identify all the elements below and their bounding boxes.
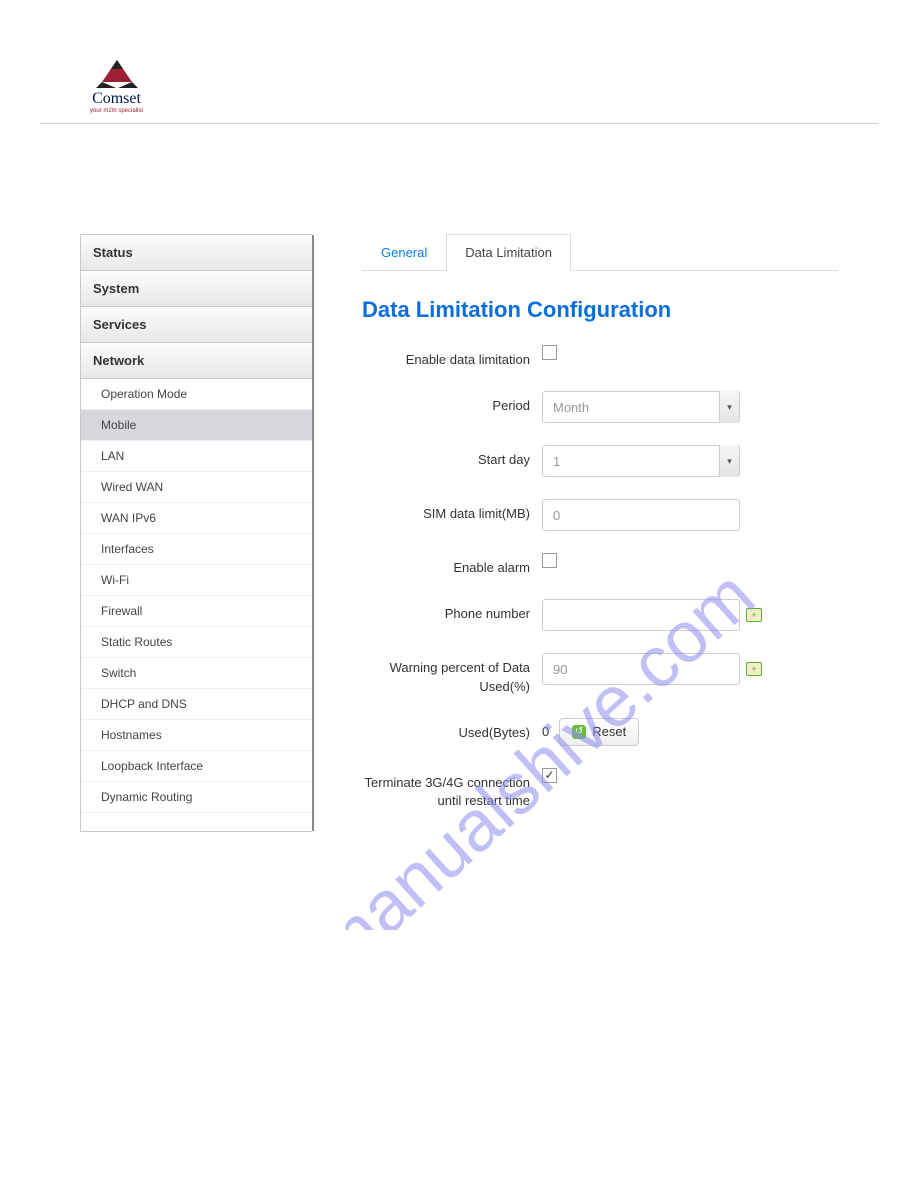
sidebar-item-switch[interactable]: Switch xyxy=(81,658,312,689)
value-used-bytes: 0 xyxy=(542,724,553,739)
checkbox-enable-alarm[interactable] xyxy=(542,553,557,568)
add-icon[interactable]: + xyxy=(746,608,762,622)
sidebar-item-operation-mode[interactable]: Operation Mode xyxy=(81,379,312,410)
brand-logo: Comset your m2m specialist xyxy=(90,60,143,114)
app-body: Status System Services Network Operation… xyxy=(80,234,838,832)
label-start-day: Start day xyxy=(362,445,542,469)
sidebar-group-services[interactable]: Services xyxy=(81,307,312,343)
sidebar-item-lan[interactable]: LAN xyxy=(81,441,312,472)
input-warning-percent[interactable] xyxy=(542,653,740,685)
sidebar-item-mobile[interactable]: Mobile xyxy=(81,410,312,441)
sidebar-group-system[interactable]: System xyxy=(81,271,312,307)
sidebar-item-dhcp-dns[interactable]: DHCP and DNS xyxy=(81,689,312,720)
reset-button-label: Reset xyxy=(592,724,626,739)
input-sim-data-limit[interactable] xyxy=(542,499,740,531)
label-sim-data-limit: SIM data limit(MB) xyxy=(362,499,542,523)
label-phone-number: Phone number xyxy=(362,599,542,623)
label-terminate-connection: Terminate 3G/4G connection until restart… xyxy=(362,768,542,810)
tab-bar: General Data Limitation xyxy=(362,234,838,271)
sidebar-item-wifi[interactable]: Wi-Fi xyxy=(81,565,312,596)
sidebar-item-wired-wan[interactable]: Wired WAN xyxy=(81,472,312,503)
select-period-value: Month xyxy=(543,400,719,415)
sidebar-item-hostnames[interactable]: Hostnames xyxy=(81,720,312,751)
sidebar-group-status[interactable]: Status xyxy=(81,235,312,271)
select-start-day[interactable]: 1 ▾ xyxy=(542,445,740,477)
chevron-down-icon: ▾ xyxy=(719,391,739,423)
main-content: General Data Limitation Data Limitation … xyxy=(312,234,838,832)
label-enable-data-limitation: Enable data limitation xyxy=(362,345,542,369)
add-icon[interactable]: + xyxy=(746,662,762,676)
brand-tagline: your m2m specialist xyxy=(90,108,143,114)
sidebar-item-firewall[interactable]: Firewall xyxy=(81,596,312,627)
logo-icon xyxy=(96,60,138,88)
sidebar-item-interfaces[interactable]: Interfaces xyxy=(81,534,312,565)
sidebar-group-network[interactable]: Network xyxy=(81,343,312,379)
checkbox-terminate-connection[interactable] xyxy=(542,768,557,783)
page-header: Comset your m2m specialist xyxy=(40,60,878,124)
brand-name: Comset xyxy=(90,90,143,108)
reset-icon: ↺ xyxy=(572,725,586,739)
reset-button[interactable]: ↺ Reset xyxy=(559,718,639,746)
label-period: Period xyxy=(362,391,542,415)
tab-data-limitation[interactable]: Data Limitation xyxy=(446,234,571,271)
label-enable-alarm: Enable alarm xyxy=(362,553,542,577)
select-period[interactable]: Month ▾ xyxy=(542,391,740,423)
sidebar: Status System Services Network Operation… xyxy=(80,234,312,832)
chevron-down-icon: ▾ xyxy=(719,445,739,477)
select-start-day-value: 1 xyxy=(543,454,719,469)
label-used-bytes: Used(Bytes) xyxy=(362,718,542,742)
tab-general[interactable]: General xyxy=(362,234,446,271)
label-warning-percent: Warning percent of Data Used(%) xyxy=(362,653,542,695)
sidebar-item-static-routes[interactable]: Static Routes xyxy=(81,627,312,658)
sidebar-item-dynamic-routing[interactable]: Dynamic Routing xyxy=(81,782,312,813)
input-phone-number[interactable] xyxy=(542,599,740,631)
page-title: Data Limitation Configuration xyxy=(362,297,838,323)
checkbox-enable-data-limitation[interactable] xyxy=(542,345,557,360)
sidebar-item-wan-ipv6[interactable]: WAN IPv6 xyxy=(81,503,312,534)
sidebar-item-loopback[interactable]: Loopback Interface xyxy=(81,751,312,782)
